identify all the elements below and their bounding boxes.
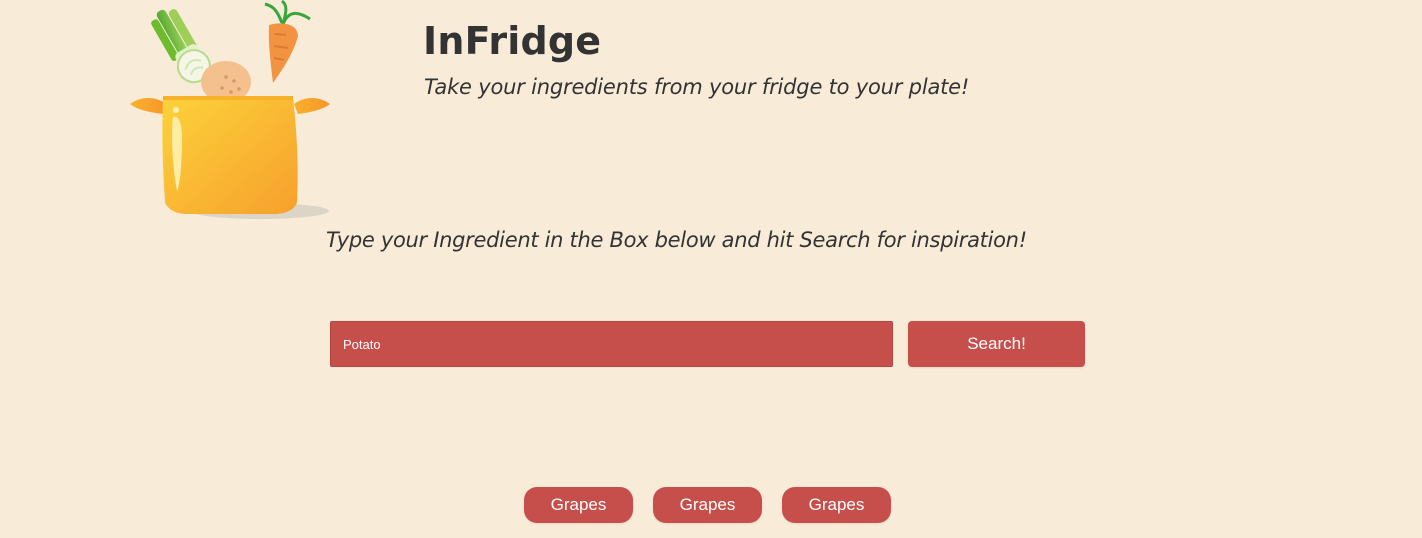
app-logo — [128, 0, 333, 225]
suggested-ingredient-chip[interactable]: Grapes — [653, 487, 762, 523]
app-tagline: Take your ingredients from your fridge t… — [424, 75, 970, 99]
cooking-pot-with-vegetables-icon — [130, 0, 330, 219]
suggested-ingredient-chip[interactable]: Grapes — [782, 487, 891, 523]
ingredient-search-input[interactable] — [330, 321, 893, 367]
suggested-ingredient-chip[interactable]: Grapes — [524, 487, 633, 523]
search-button[interactable]: Search! — [908, 321, 1085, 367]
suggested-ingredients: Grapes Grapes Grapes — [524, 487, 891, 523]
app-title: InFridge — [423, 19, 602, 63]
search-instructions: Type your Ingredient in the Box below an… — [326, 228, 1027, 252]
